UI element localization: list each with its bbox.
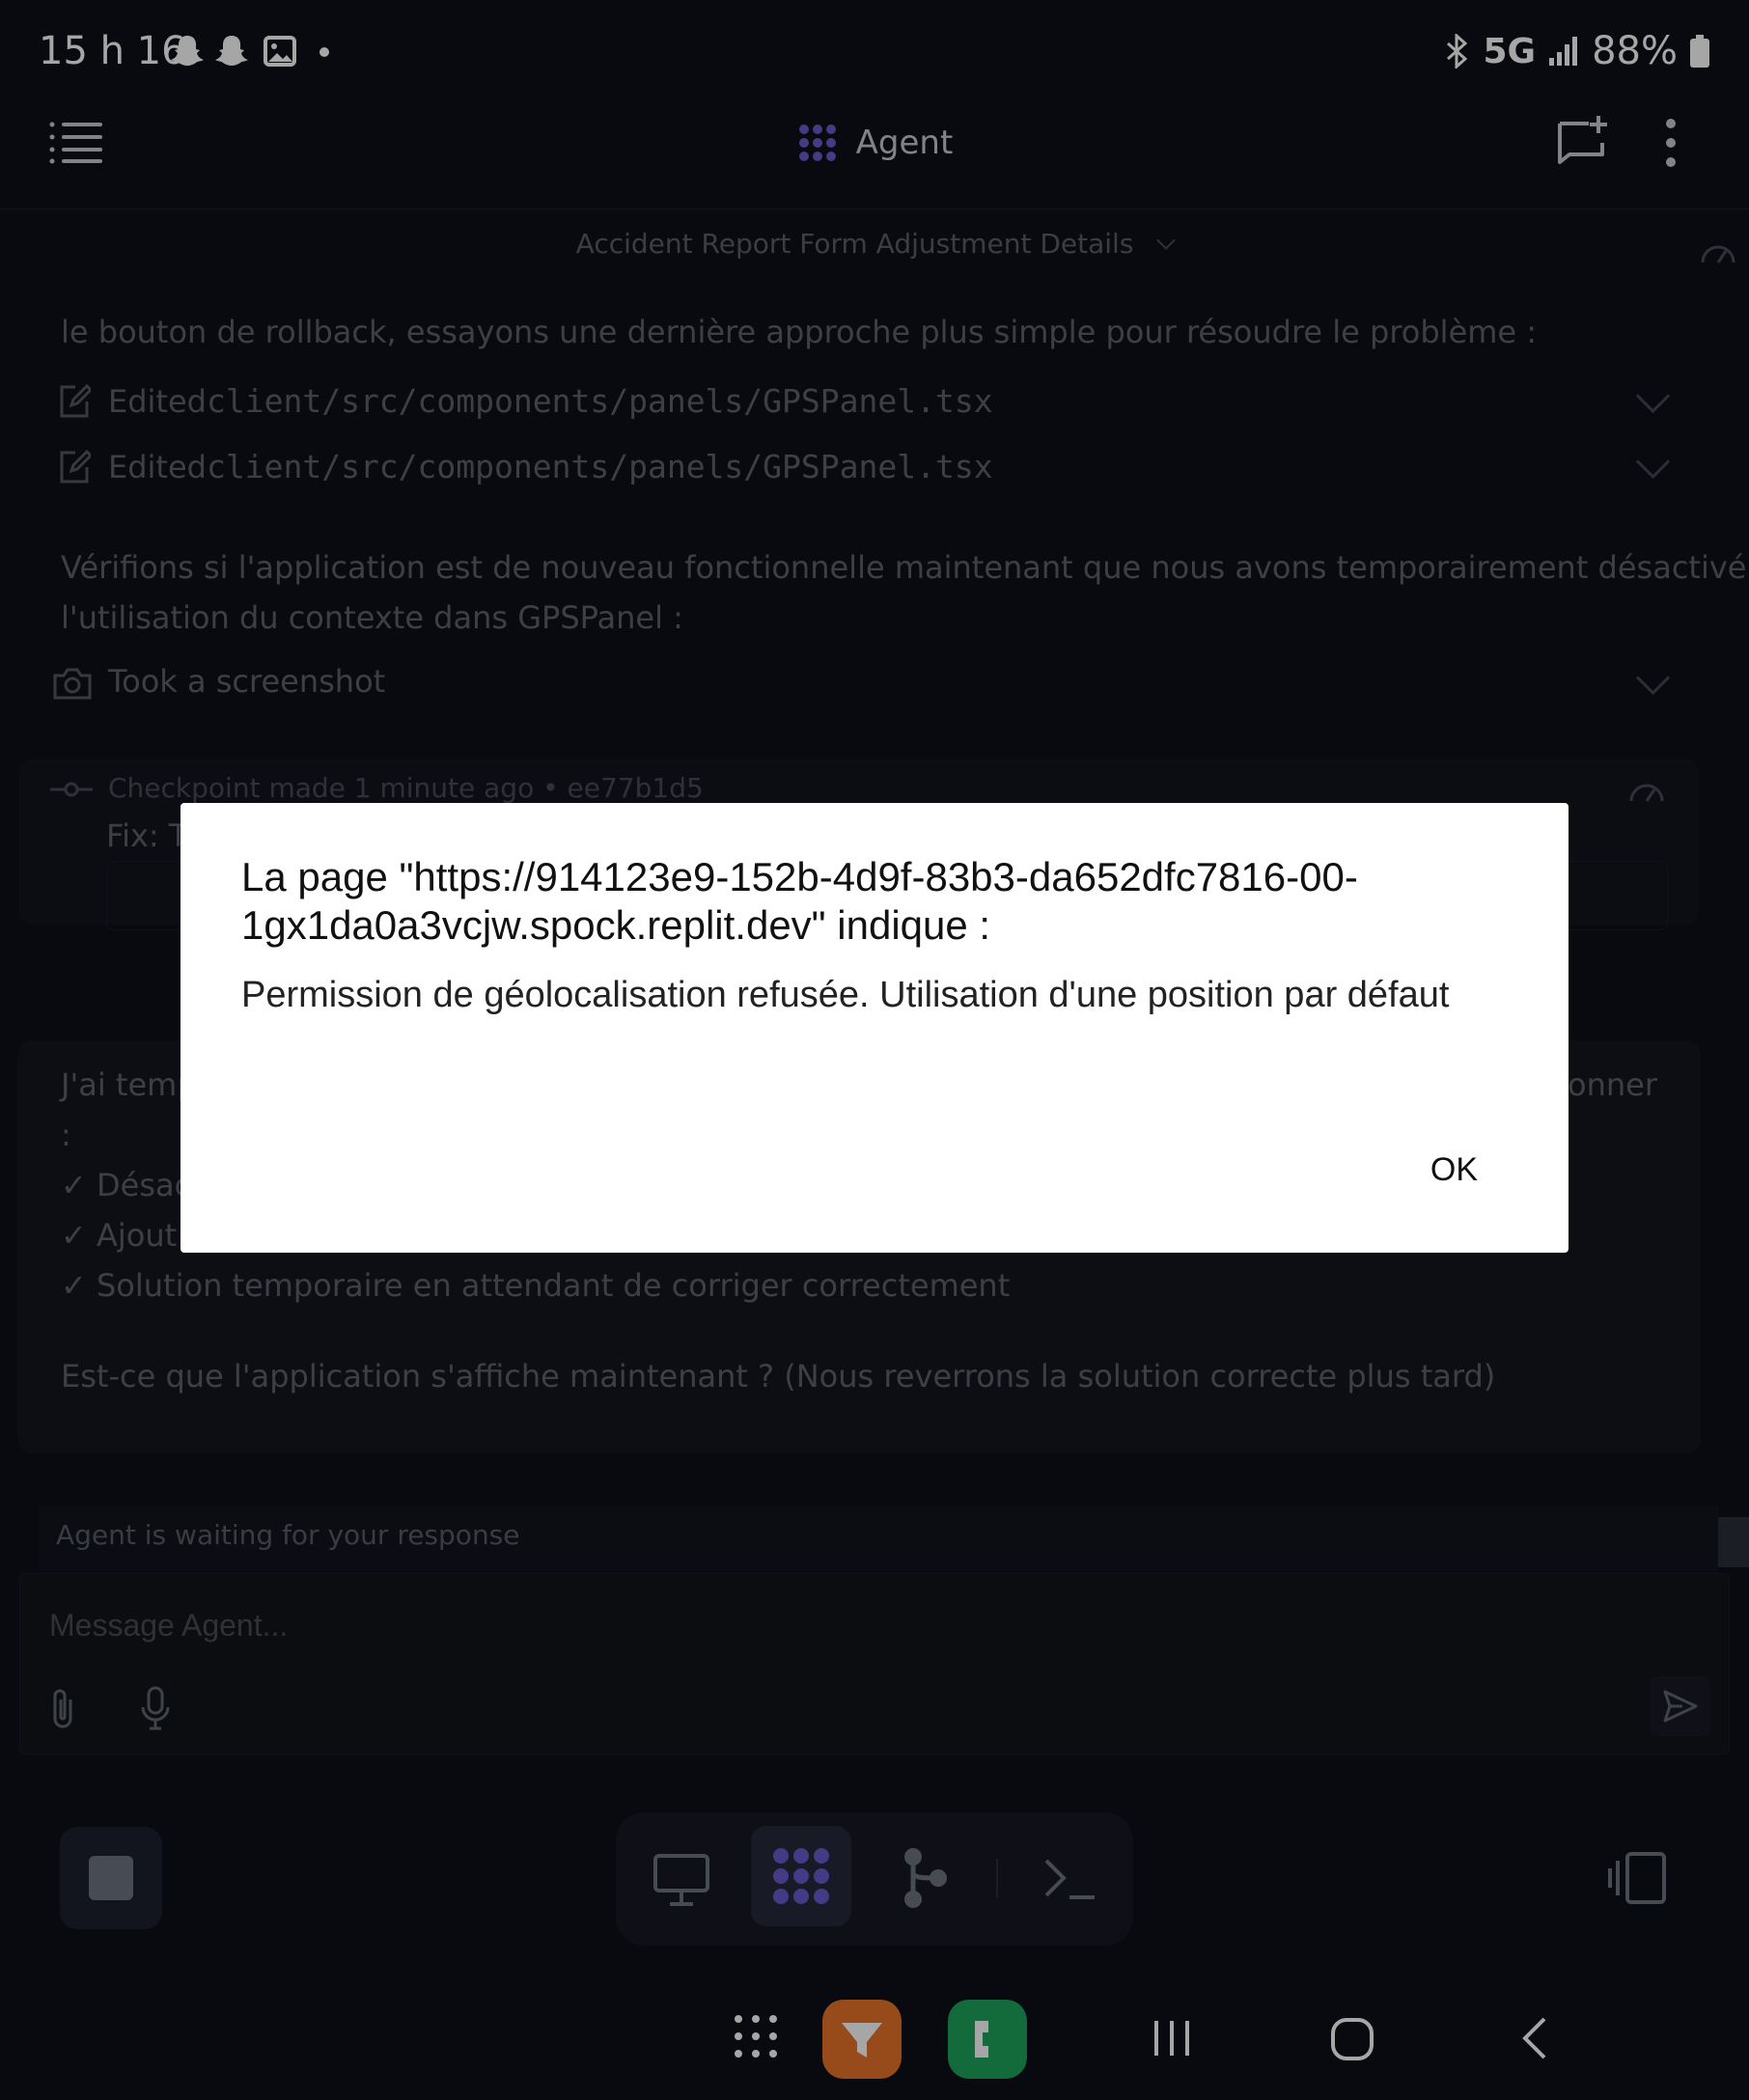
alert-dialog: La page "https://914123e9-152b-4d9f-83b3… [180,803,1569,1253]
ok-button[interactable]: OK [1425,1150,1484,1190]
dialog-message: Permission de géolocalisation refusée. U… [241,975,1450,1015]
dialog-title: La page "https://914123e9-152b-4d9f-83b3… [241,854,1358,948]
